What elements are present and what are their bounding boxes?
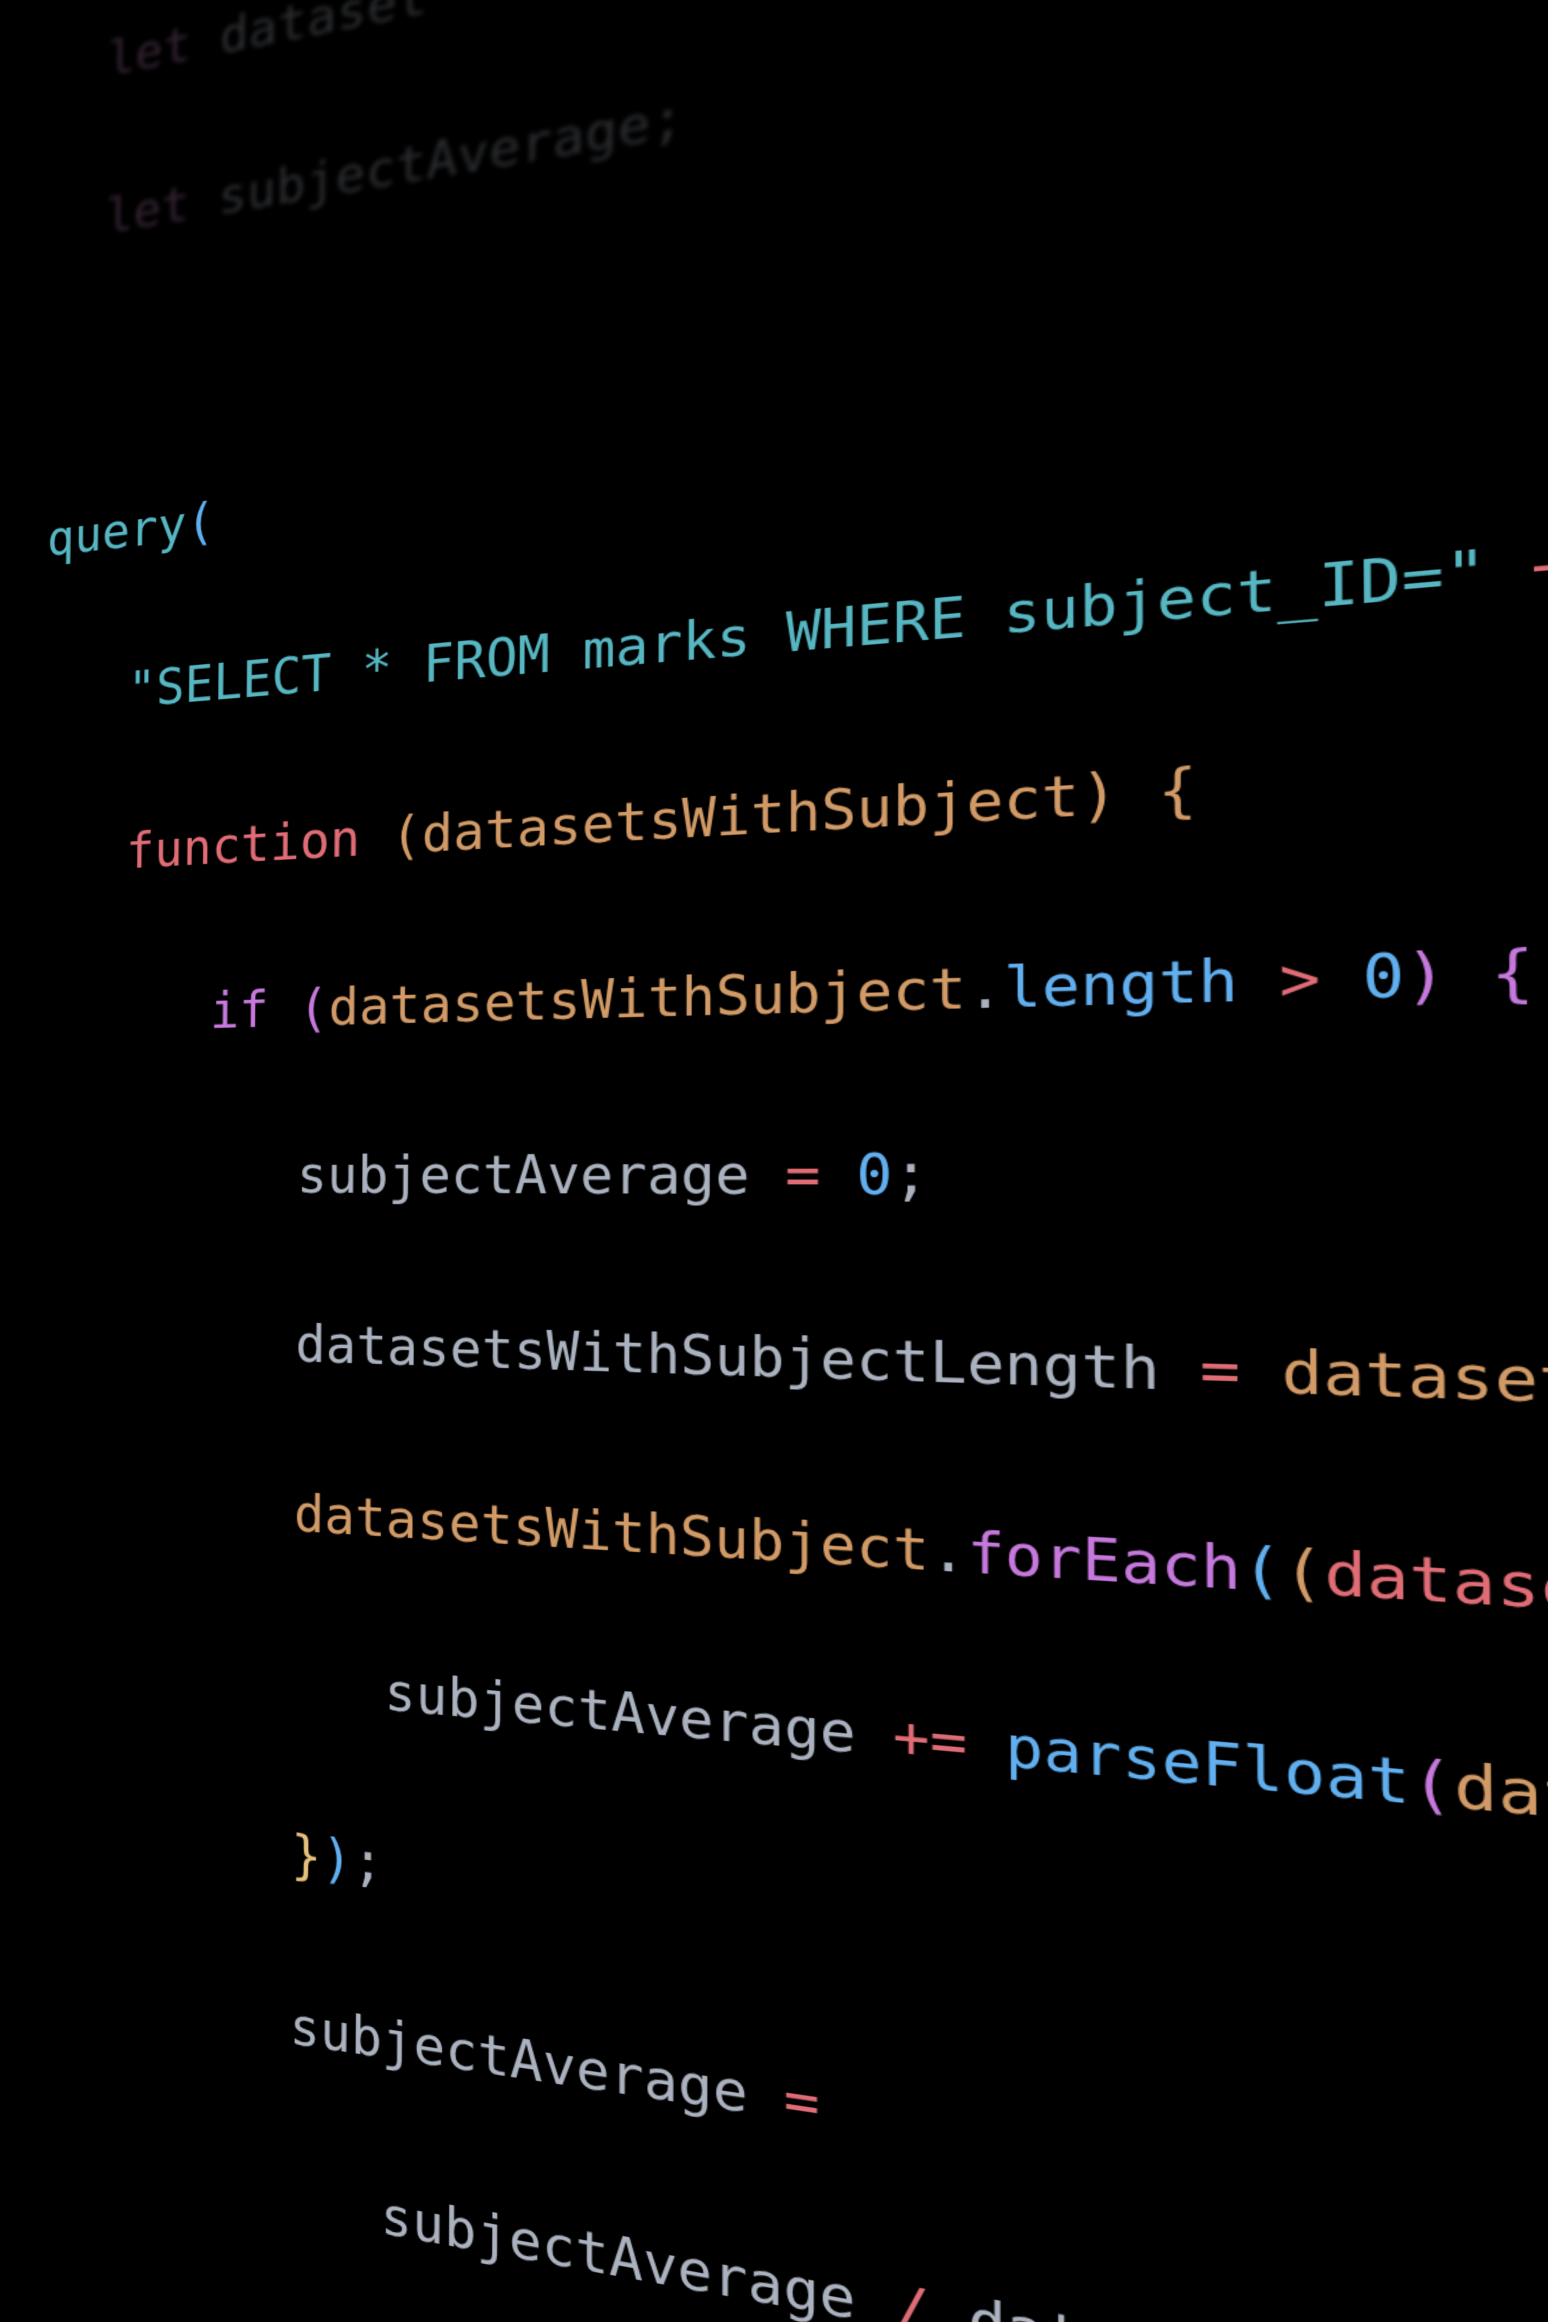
token-identifier: dataset [1454,1749,1548,1852]
token-operator: > [1238,941,1362,1014]
token-identifier: datasetsWithSubject [294,1483,930,1584]
token-operator: += [856,1699,1005,1780]
token-number: 0 [856,1142,892,1208]
token-paren: ( [1241,1533,1283,1606]
token-method: forEach [967,1519,1242,1604]
code-line: subjectAverage = 0; [39,1117,1548,1236]
token-paren: ) [321,1827,352,1892]
token-identifier: dataset [968,2285,1246,2322]
token-keyword: function [126,808,361,880]
token-punct: . [930,1517,967,1586]
token-punct: ; [352,1830,384,1895]
token-identifier: subjectAverage [218,92,651,226]
token-identifier: datasetsWithSubject [328,955,966,1037]
code-editor: let dataset let subjectAverage; query( "… [0,0,1548,2322]
token-number: 0 [1362,940,1405,1012]
token-identifier: dataset [220,0,428,66]
token-param: dataset [1324,1538,1548,1629]
token-paren: ( [1282,1535,1324,1608]
token-punct: ; [893,1142,930,1208]
token-keyword: let [105,169,218,245]
token-punct: . [966,954,1004,1022]
token-identifier: datasetsWithSu [1281,1337,1548,1429]
token-operator: + [1487,524,1548,607]
token-identifier: datasetsWithSubjectLength [295,1314,1160,1404]
token-paren: ) { [1080,754,1198,829]
token-call: parseFloat [1005,1712,1411,1818]
token-punct: ; [651,86,685,153]
token-operator: = [750,1142,857,1208]
token-operator: = [748,2060,820,2137]
token-string: "SELECT * FROM marks WHERE subject_ID=" [128,536,1488,719]
token-paren: ) { [1404,935,1535,1010]
token-identifier: subjectAverage [380,2183,855,2322]
token-keyword: if [210,979,269,1040]
token-keyword: let [107,9,220,88]
token-paren: ( [186,491,215,552]
token-brace: } [291,1823,322,1888]
token-identifier: subjectAverage [384,1660,856,1766]
token-operator: / [856,2265,968,2322]
token-paren: ( [1410,1745,1454,1822]
token-param: datasetsWithSubject [422,762,1080,864]
token-identifier: subjectAverage [297,1143,750,1207]
token-operator: = [1160,1334,1282,1407]
token-call: query [47,495,187,568]
token-identifier: subjectAverage [289,1995,748,2127]
code-line: datasetsWithSubjectLength = datasetsWith… [37,1297,1548,1474]
token-paren: ( [360,804,422,868]
token-property: length [1004,946,1239,1021]
token-paren: ( [268,977,328,1038]
code-line: if (datasetsWithSubject.length > 0) { [41,881,1548,1056]
